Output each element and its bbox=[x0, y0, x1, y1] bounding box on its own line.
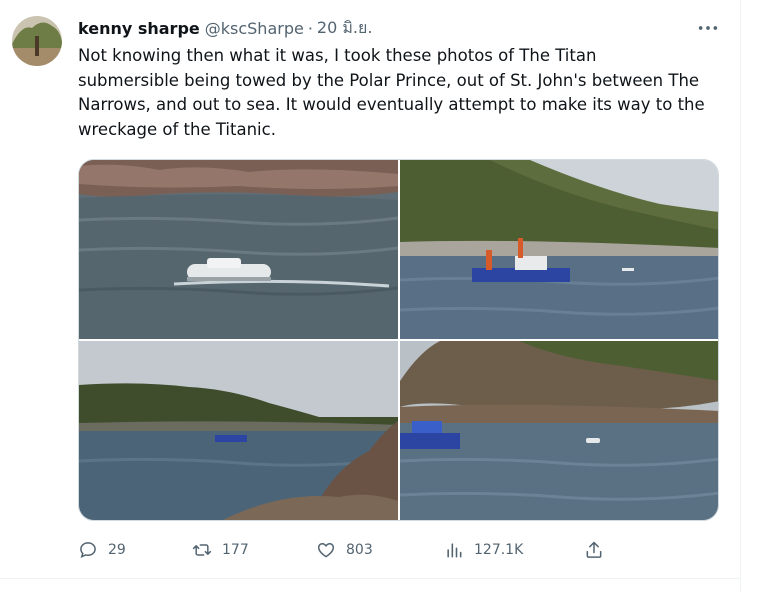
photo-image bbox=[400, 341, 718, 520]
tweet-actions: 29 177 803 127.1K bbox=[78, 536, 638, 564]
photo-image bbox=[400, 160, 718, 339]
tweet-card: kenny sharpe @kscSharpe · 20 มิ.ย. Not k… bbox=[0, 0, 741, 592]
reply-icon bbox=[80, 542, 96, 559]
tweet-text: Not knowing then what it was, I took the… bbox=[78, 44, 728, 142]
like-count: 803 bbox=[346, 542, 373, 558]
tweet-text-line: Narrows, and out to sea. It would eventu… bbox=[78, 95, 705, 114]
tweet-text-line: Not knowing then what it was, I took the… bbox=[78, 46, 597, 65]
user-handle[interactable]: @kscSharpe bbox=[205, 19, 304, 38]
media-grid bbox=[78, 159, 719, 521]
more-options-button[interactable] bbox=[694, 18, 722, 38]
photo-harbour[interactable] bbox=[79, 341, 398, 520]
tweet-header: kenny sharpe @kscSharpe · 20 มิ.ย. bbox=[78, 16, 372, 40]
photo-towing[interactable] bbox=[400, 341, 718, 520]
avatar-image bbox=[12, 16, 62, 66]
display-name[interactable]: kenny sharpe bbox=[78, 19, 200, 38]
tweet-text-line: wreckage of the Titanic. bbox=[78, 119, 276, 139]
divider bbox=[0, 578, 740, 579]
tweet-date[interactable]: 20 มิ.ย. bbox=[317, 16, 373, 41]
more-horizontal-icon bbox=[698, 26, 718, 30]
photo-polar-prince[interactable] bbox=[400, 160, 718, 339]
avatar[interactable] bbox=[12, 16, 62, 66]
share-icon bbox=[586, 541, 602, 558]
views-button[interactable]: 127.1K bbox=[444, 536, 523, 564]
retweet-count: 177 bbox=[222, 542, 249, 558]
like-button[interactable]: 803 bbox=[316, 536, 373, 564]
retweet-icon bbox=[192, 544, 212, 556]
share-button[interactable] bbox=[584, 536, 604, 564]
views-icon bbox=[447, 543, 462, 558]
photo-image bbox=[79, 160, 398, 339]
photo-submersible[interactable] bbox=[79, 160, 398, 339]
tweet-text-line: submersible being towed by the Polar Pri… bbox=[78, 70, 700, 90]
heart-icon bbox=[317, 543, 335, 558]
reply-count: 29 bbox=[108, 542, 126, 558]
reply-button[interactable]: 29 bbox=[78, 536, 126, 564]
photo-image bbox=[79, 341, 398, 520]
retweet-button[interactable]: 177 bbox=[192, 536, 249, 564]
separator-dot: · bbox=[307, 18, 313, 38]
views-count: 127.1K bbox=[474, 542, 524, 558]
